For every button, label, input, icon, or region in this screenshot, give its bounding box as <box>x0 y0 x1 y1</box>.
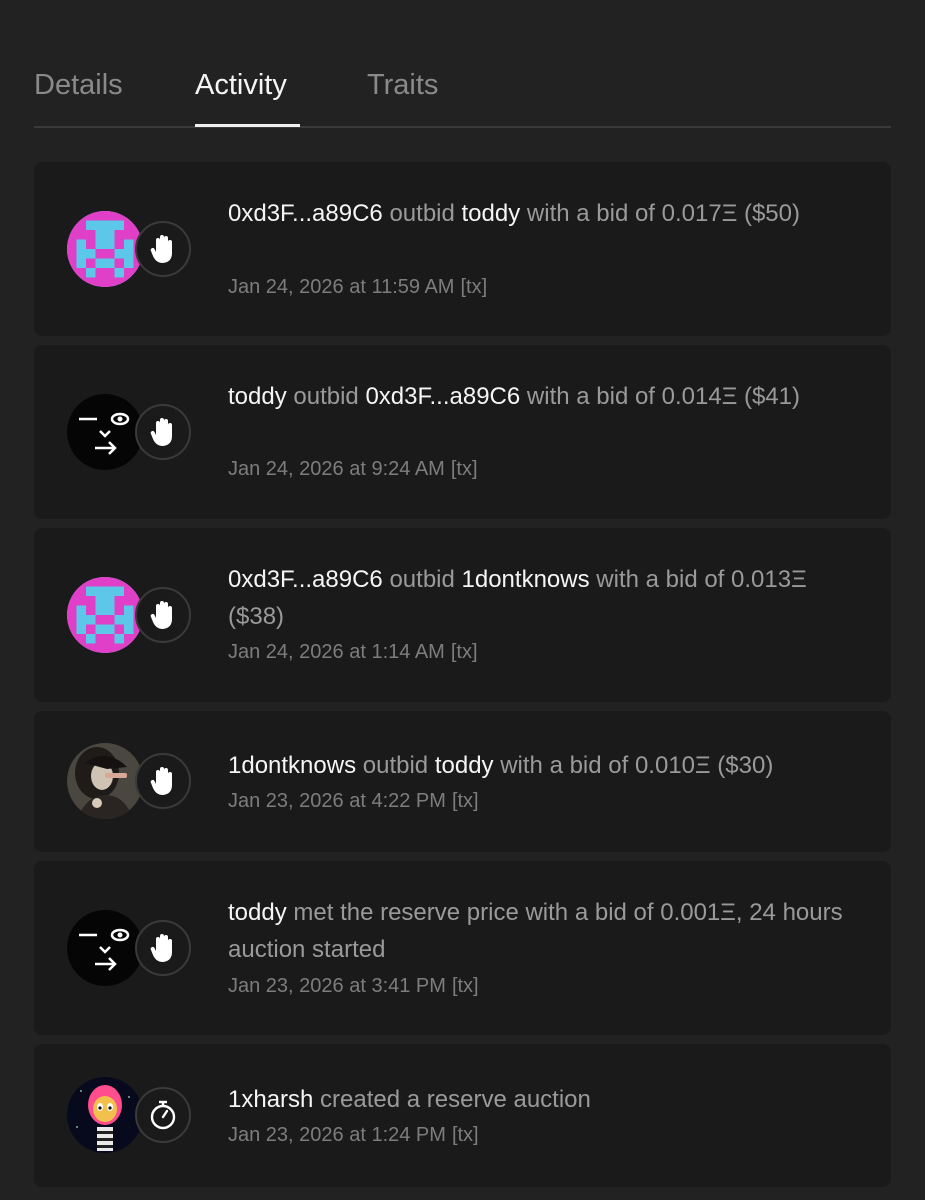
activity-text: toddy outbid 0xd3F...a89C6 with a bid of… <box>228 383 800 410</box>
activity-text: toddy met the reserve price with a bid o… <box>228 899 843 963</box>
face-avatar[interactable] <box>67 910 143 986</box>
user-link[interactable]: 1dontknows <box>228 752 356 779</box>
tx-link[interactable]: [tx] <box>452 1124 479 1146</box>
user-link[interactable]: toddy <box>435 752 494 779</box>
user-link[interactable]: 0xd3F...a89C6 <box>228 566 383 593</box>
user-link[interactable]: 1xharsh <box>228 1086 313 1113</box>
activity-date: Jan 23, 2026 at 1:24 PM [tx] <box>228 1124 479 1146</box>
user-link[interactable]: toddy <box>228 899 287 926</box>
activity-text: 1xharsh created a reserve auction <box>228 1086 591 1113</box>
hand-icon <box>135 404 191 460</box>
tx-link[interactable]: [tx] <box>451 458 478 480</box>
hand-icon <box>135 920 191 976</box>
user-link[interactable]: toddy <box>462 200 521 227</box>
face-avatar[interactable] <box>67 394 143 470</box>
tx-link[interactable]: [tx] <box>460 276 487 298</box>
tx-link[interactable]: [tx] <box>452 975 479 997</box>
photo-avatar[interactable] <box>67 743 143 819</box>
user-link[interactable]: toddy <box>228 383 287 410</box>
user-link[interactable]: 0xd3F...a89C6 <box>228 200 383 227</box>
activity-date: Jan 24, 2026 at 11:59 AM [tx] <box>228 276 488 298</box>
activity-date: Jan 24, 2026 at 1:14 AM [tx] <box>228 641 478 663</box>
active-tab-indicator <box>195 124 300 127</box>
activity-item: 1dontknows outbid toddy with a bid of 0.… <box>34 711 891 852</box>
pixel-avatar[interactable] <box>67 211 143 287</box>
activity-item: toddy outbid 0xd3F...a89C6 with a bid of… <box>34 345 891 519</box>
hand-icon <box>135 221 191 277</box>
activity-date: Jan 23, 2026 at 4:22 PM [tx] <box>228 790 479 812</box>
activity-item: 0xd3F...a89C6 outbid toddy with a bid of… <box>34 162 891 336</box>
tab-traits[interactable]: Traits <box>367 66 438 104</box>
character-avatar[interactable] <box>67 1077 143 1153</box>
activity-text: 1dontknows outbid toddy with a bid of 0.… <box>228 752 774 779</box>
activity-date: Jan 24, 2026 at 9:24 AM [tx] <box>228 458 478 480</box>
tab-details[interactable]: Details <box>34 66 123 104</box>
stopwatch-icon <box>135 1087 191 1143</box>
tx-link[interactable]: [tx] <box>451 641 478 663</box>
tab-activity[interactable]: Activity <box>195 66 287 104</box>
activity-item: toddy met the reserve price with a bid o… <box>34 861 891 1035</box>
activity-item: 0xd3F...a89C6 outbid 1dontknows with a b… <box>34 528 891 702</box>
user-link[interactable]: 0xd3F...a89C6 <box>365 383 520 410</box>
user-link[interactable]: 1dontknows <box>462 566 590 593</box>
activity-text: 0xd3F...a89C6 outbid 1dontknows with a b… <box>228 566 807 630</box>
activity-item: 1xharsh created a reserve auction Jan 23… <box>34 1044 891 1187</box>
hand-icon <box>135 753 191 809</box>
pixel-avatar[interactable] <box>67 577 143 653</box>
activity-text: 0xd3F...a89C6 outbid toddy with a bid of… <box>228 200 800 227</box>
tx-link[interactable]: [tx] <box>452 790 479 812</box>
hand-icon <box>135 587 191 643</box>
activity-date: Jan 23, 2026 at 3:41 PM [tx] <box>228 975 479 997</box>
tab-bar <box>34 0 891 128</box>
